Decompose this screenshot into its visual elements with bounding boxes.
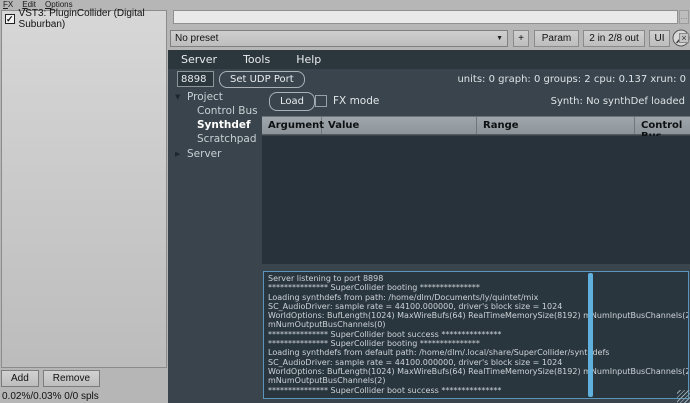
tree-item-server[interactable]: ▶ Server bbox=[168, 147, 261, 161]
save-preset-button[interactable]: + bbox=[513, 30, 529, 47]
tree-label: Server bbox=[187, 148, 222, 160]
bypass-close-icon[interactable]: × bbox=[679, 33, 689, 43]
fx-list-item[interactable]: ✓ VST3: PluginCollider (Digital Suburban… bbox=[2, 8, 166, 30]
tree-label: Control Bus bbox=[197, 105, 258, 117]
tree-collapsed-icon[interactable]: ▶ bbox=[175, 150, 187, 158]
plugincollider-ui: Server Tools Help Set UDP Port units: 0 … bbox=[168, 50, 690, 403]
log-line: *************** SuperCollider boot succe… bbox=[268, 385, 502, 395]
tree-item-control-bus[interactable]: Control Bus bbox=[168, 104, 261, 118]
preset-value: No preset bbox=[175, 33, 219, 44]
log-line: Loading synthdefs from path: /home/dlm/D… bbox=[268, 292, 539, 302]
udp-port-input[interactable] bbox=[177, 71, 214, 87]
load-synthdef-button[interactable]: Load bbox=[269, 92, 315, 111]
plugin-menu-server[interactable]: Server bbox=[181, 53, 217, 66]
fx-comment-input[interactable] bbox=[173, 10, 678, 24]
log-scrollbar[interactable] bbox=[588, 273, 593, 397]
synth-status: Synth: No synthDef loaded bbox=[550, 96, 685, 107]
fx-chain-panel: ✓ VST3: PluginCollider (Digital Suburban… bbox=[0, 8, 168, 403]
plugin-menubar: Server Tools Help bbox=[168, 50, 690, 69]
menu-fx[interactable]: FX bbox=[3, 0, 13, 9]
chevron-down-icon: ▼ bbox=[496, 35, 503, 42]
ui-toggle-button[interactable]: UI bbox=[649, 30, 670, 47]
tree-label: Project bbox=[187, 91, 223, 103]
log-line: *************** SuperCollider booting **… bbox=[268, 339, 480, 349]
column-argument[interactable]: Argument bbox=[262, 117, 324, 134]
tree-label-selected: Synthdef bbox=[197, 119, 251, 131]
fx-list[interactable]: ✓ VST3: PluginCollider (Digital Suburban… bbox=[1, 8, 167, 368]
log-line: Loading synthdefs from default path: /ho… bbox=[268, 348, 610, 358]
preset-dropdown[interactable]: No preset ▼ bbox=[170, 30, 508, 47]
log-line: *************** SuperCollider booting **… bbox=[268, 283, 480, 293]
log-line: WorldOptions: BufLength(1024) MaxWireBuf… bbox=[268, 311, 689, 321]
more-button[interactable]: ... bbox=[679, 10, 689, 24]
tree-item-synthdef[interactable]: Synthdef bbox=[168, 118, 261, 132]
project-tree: ▼ Project Control Bus Synthdef Scratchpa… bbox=[168, 90, 261, 161]
column-value[interactable]: Value bbox=[322, 117, 477, 134]
log-line: Server listening to port 8898 bbox=[268, 274, 384, 283]
tree-label: Scratchpad bbox=[197, 133, 257, 145]
resize-grip-icon[interactable] bbox=[677, 390, 690, 403]
column-control-bus[interactable]: Control Bus bbox=[635, 117, 690, 142]
set-udp-port-button[interactable]: Set UDP Port bbox=[219, 71, 305, 88]
fx-mode-label: FX mode bbox=[333, 95, 380, 107]
add-fx-button[interactable]: Add bbox=[1, 370, 39, 387]
fx-mode-checkbox[interactable] bbox=[315, 95, 327, 107]
log-line: SC_AudioDriver: sample rate = 44100.0000… bbox=[268, 301, 563, 311]
log-line: mNumOutputBusChannels(0) bbox=[268, 320, 386, 330]
fx-toolbar: ... No preset ▼ + Param 2 in 2/8 out UI … bbox=[168, 0, 690, 50]
log-line: WorldOptions: BufLength(1024) MaxWireBuf… bbox=[268, 366, 689, 376]
log-line: *************** SuperCollider boot succe… bbox=[268, 329, 502, 339]
fx-item-label: VST3: PluginCollider (Digital Suburban) bbox=[18, 7, 145, 30]
tree-expanded-icon[interactable]: ▼ bbox=[175, 93, 187, 101]
plugin-menu-tools[interactable]: Tools bbox=[243, 53, 270, 66]
fx-enabled-checkbox[interactable]: ✓ bbox=[5, 13, 15, 24]
log-line: SC_AudioDriver: sample rate = 44100.0000… bbox=[268, 357, 563, 367]
column-range[interactable]: Range bbox=[477, 117, 635, 134]
tree-item-project[interactable]: ▼ Project bbox=[168, 90, 261, 104]
argument-table-body[interactable] bbox=[262, 136, 690, 264]
tree-item-scratchpad[interactable]: Scratchpad bbox=[168, 132, 261, 146]
fx-mode-control[interactable]: FX mode bbox=[315, 95, 379, 107]
io-routing-button[interactable]: 2 in 2/8 out bbox=[583, 30, 645, 47]
server-stats-readout: units: 0 graph: 0 groups: 2 cpu: 0.137 x… bbox=[457, 74, 686, 85]
argument-table-header: Argument Value Range Control Bus bbox=[262, 116, 690, 142]
log-line: mNumOutputBusChannels(2) bbox=[268, 376, 386, 386]
server-log[interactable]: Server listening to port 8898 **********… bbox=[263, 271, 689, 399]
remove-fx-button[interactable]: Remove bbox=[42, 370, 101, 387]
param-button[interactable]: Param bbox=[534, 30, 579, 47]
fx-chain-window: FX Edit Options ✓ VST3: PluginCollider (… bbox=[0, 0, 690, 403]
plugin-menu-help[interactable]: Help bbox=[296, 53, 321, 66]
fx-performance-status: 0.02%/0.03% 0/0 spls bbox=[2, 391, 99, 402]
